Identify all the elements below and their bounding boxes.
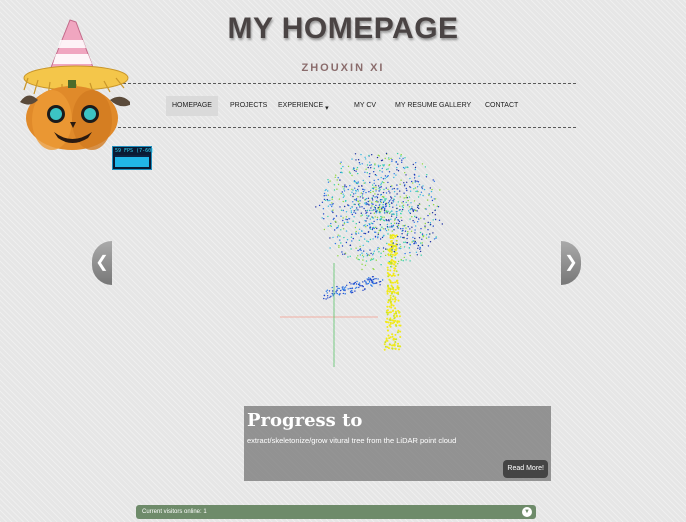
visitors-text: Current visitors online: 1 xyxy=(142,505,207,519)
slider-next-button[interactable]: ❯ xyxy=(561,241,581,285)
nav-experience-label: EXPERIENCE xyxy=(278,102,324,109)
nav-contact[interactable]: CONTACT xyxy=(485,96,518,116)
slider-image-point-cloud-tree xyxy=(280,152,443,367)
bottom-divider xyxy=(108,127,576,128)
read-more-button[interactable]: Read More! xyxy=(503,460,548,478)
nav-homepage[interactable]: HOMEPAGE xyxy=(166,96,218,116)
visitors-label: Current visitors online: xyxy=(142,509,202,515)
pumpkin-scarecrow-mascot-icon xyxy=(20,19,130,150)
caption-title: Progress to xyxy=(247,410,363,431)
visitors-count: 1 xyxy=(203,509,207,515)
nav-experience[interactable]: EXPERIENCE ▾ xyxy=(278,96,329,116)
toggle-down-icon[interactable]: ▼ xyxy=(522,507,532,517)
visitors-bar: Current visitors online: 1 ▼ xyxy=(136,505,536,519)
chevron-right-icon: ❯ xyxy=(564,254,578,271)
top-divider xyxy=(108,83,576,84)
nav-my-cv[interactable]: MY CV xyxy=(354,96,376,116)
nav-my-resume[interactable]: MY RESUME xyxy=(395,96,437,116)
slider-prev-button[interactable]: ❮ xyxy=(92,241,112,285)
caption-text: extract/skeletonize/grow vitural tree fr… xyxy=(247,436,457,445)
chevron-left-icon: ❮ xyxy=(95,254,109,271)
slider-caption: Progress to extract/skeletonize/grow vit… xyxy=(244,406,551,481)
caret-down-icon: ▾ xyxy=(325,105,329,112)
nav-gallery[interactable]: GALLERY xyxy=(439,96,471,116)
nav-projects[interactable]: PROJECTS xyxy=(230,96,267,116)
